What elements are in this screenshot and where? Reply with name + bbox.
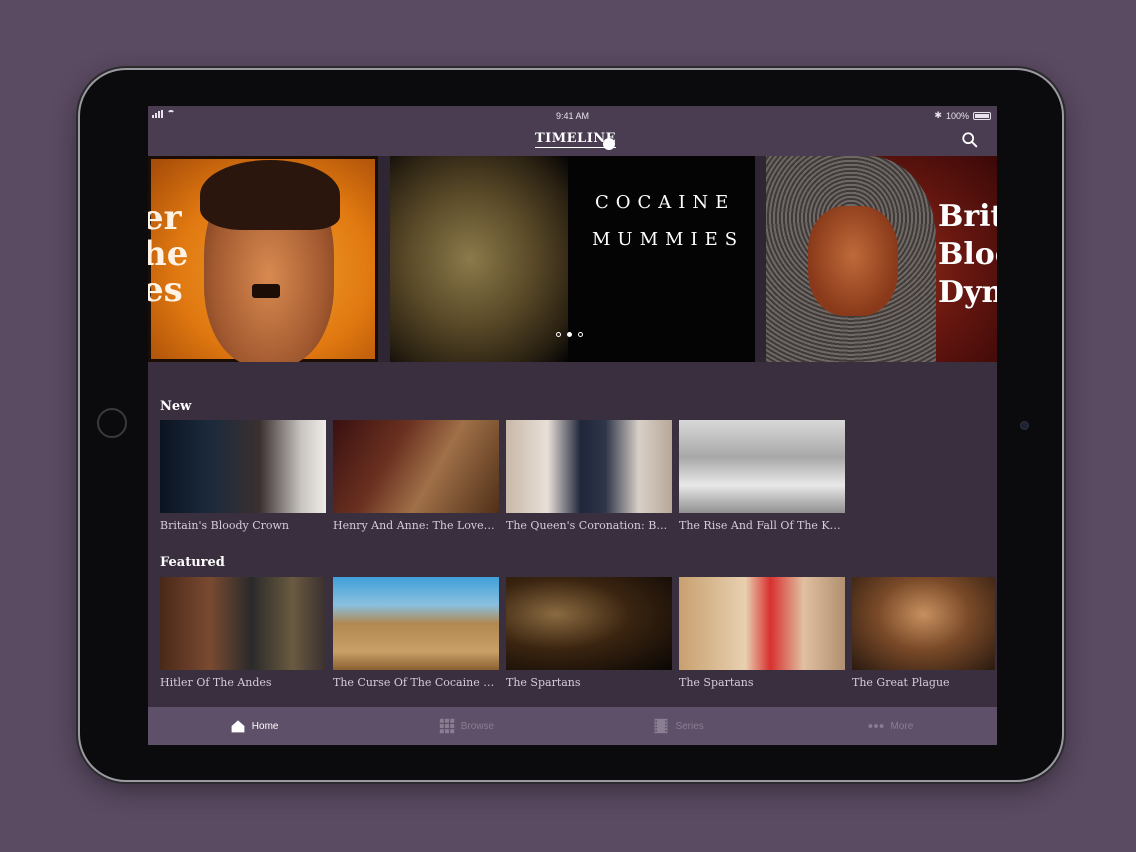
app-screen: 9:41 AM ✱ 100% TIMELINE er he es COCAINE… [148,106,997,745]
status-right: ✱ 100% [934,110,991,121]
new-tile[interactable]: Henry And Anne: The Lovers... [333,420,499,532]
tile-thumbnail[interactable] [506,420,672,513]
tile-label: Britain's Bloody Crown [160,519,290,532]
hero-slide-current[interactable]: COCAINE MUMMIES [390,156,755,362]
hero-prev-title: er he es [148,198,189,310]
tab-bar: Home Browse Series More [148,707,997,745]
tab-label: Series [675,720,704,732]
tile-thumbnail[interactable] [160,420,326,513]
tile-thumbnail[interactable] [852,577,995,670]
camera [1020,421,1029,430]
hero-next-face [808,206,898,316]
tile-label: The Spartans [679,676,754,689]
grid-icon [439,718,454,734]
tile-label: The Curse Of The Cocaine Mu... [333,676,499,689]
carousel-dots [556,332,583,337]
featured-tile[interactable]: Hitler Of The Andes [160,577,326,689]
carousel-dot[interactable] [556,332,561,337]
featured-tile[interactable]: The Spartans [679,577,845,689]
film-icon [655,718,668,734]
tile-label: Henry And Anne: The Lovers... [333,519,499,532]
bluetooth-icon: ✱ [934,110,942,120]
tile-thumbnail[interactable] [333,577,499,670]
section-title-new: New [160,399,192,414]
status-bar: 9:41 AM ✱ 100% [148,106,997,126]
hero-prev-mustache [252,284,280,298]
tab-label: Browse [460,720,495,732]
tile-label: The Spartans [506,676,581,689]
tile-label: The Great Plague [852,676,950,689]
tab-label: Home [251,720,279,732]
tile-thumbnail[interactable] [679,420,845,513]
carousel-dot-active[interactable] [567,332,572,337]
home-hardware-button[interactable] [97,408,127,438]
new-tile[interactable]: The Rise And Fall Of The Kray... [679,420,845,532]
top-nav: TIMELINE [148,126,997,156]
featured-tile[interactable]: The Great Plague [852,577,995,689]
new-row: Britain's Bloody Crown Henry And Anne: T… [160,420,845,532]
battery-percent: 100% [945,110,969,121]
tab-browse[interactable]: Browse [360,707,572,745]
hero-title-line-2: MUMMIES [592,229,745,250]
tile-thumbnail[interactable] [506,577,672,670]
new-tile[interactable]: The Queen's Coronation: Behi... [506,420,672,532]
more-icon [868,724,884,728]
tile-thumbnail[interactable] [160,577,326,670]
tile-thumbnail[interactable] [679,577,845,670]
hero-current-mask-image [390,156,568,362]
hero-next-title: Briti Bloo Dyn [938,199,997,310]
featured-row: Hitler Of The Andes The Curse Of The Coc… [160,577,995,689]
hero-slide-next[interactable]: Briti Bloo Dyn [766,156,997,362]
tile-label: Hitler Of The Andes [160,676,272,689]
search-icon[interactable] [961,131,979,149]
new-tile[interactable]: Britain's Bloody Crown [160,420,326,532]
tile-thumbnail[interactable] [333,420,499,513]
featured-tile[interactable]: The Spartans [506,577,672,689]
tab-more[interactable]: More [785,707,997,745]
section-title-featured: Featured [160,555,225,570]
carousel-dot[interactable] [578,332,583,337]
tab-home[interactable]: Home [148,707,360,745]
tab-series[interactable]: Series [573,707,785,745]
status-time: 9:41 AM [555,111,590,121]
tile-label: The Queen's Coronation: Behi... [506,519,672,532]
logo-dot [603,138,615,150]
hero-carousel[interactable]: er he es COCAINE MUMMIES Briti Bloo Dyn [148,156,997,362]
hero-prev-hair [200,160,340,230]
hero-title-line-1: COCAINE [595,192,736,213]
hero-slide-prev[interactable]: er he es [148,156,378,362]
tile-label: The Rise And Fall Of The Kray... [679,519,845,532]
battery-icon [973,111,991,120]
home-icon [231,720,245,733]
featured-tile[interactable]: The Curse Of The Cocaine Mu... [333,577,499,689]
tab-label: More [890,720,914,732]
